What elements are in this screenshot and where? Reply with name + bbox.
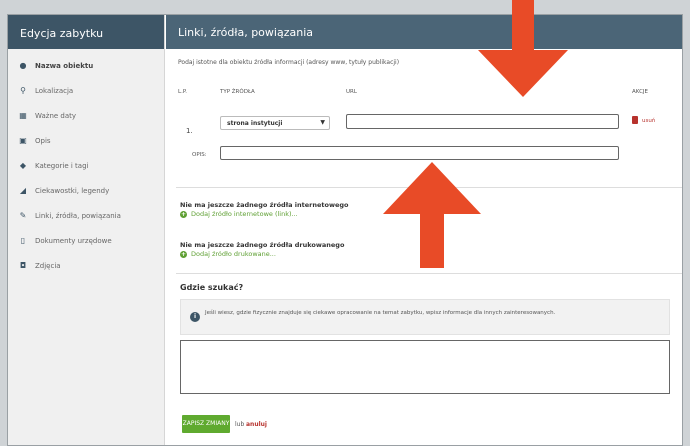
sidebar-item-label: Nazwa obiektu [35,61,94,70]
sidebar-item-dates[interactable]: ▦ Ważne daty [8,103,164,128]
tag-icon: ◆ [19,161,27,170]
opis-input[interactable] [220,146,619,160]
sidebar-item-tags[interactable]: ◆ Kategorie i tagi [8,153,164,178]
cancel-link[interactable]: anuluj [246,421,267,428]
sidebar-item-label: Lokalizacja [35,86,74,95]
source-type-value: strona instytucji [227,120,283,127]
add-internet-source-label: Dodaj źródło internetowe (link)... [191,210,298,218]
sidebar-item-label: Dokumenty urzędowe [35,236,112,245]
where-textarea[interactable] [180,340,670,394]
chevron-down-icon: ▼ [320,119,325,126]
sidebar-item-legends[interactable]: ◢ Ciekawostki, legendy [8,178,164,203]
add-print-source-label: Dodaj źródło drukowane... [191,250,276,258]
arrow-down-icon [478,0,568,97]
where-section-title: Gdzie szukać? [180,283,244,292]
column-type: TYP ŹRÓDŁA [220,89,255,95]
text-icon: ▣ [19,136,27,145]
sidebar-item-name[interactable]: ● Nazwa obiektu [8,53,164,78]
calendar-icon: ▦ [19,111,27,120]
sidebar-item-label: Ciekawostki, legendy [35,186,110,195]
megaphone-icon: ◢ [19,186,27,195]
source-type-select[interactable]: strona instytucji ▼ [220,116,330,130]
sidebar-item-label: Opis [35,136,51,145]
map-pin-icon: ⚲ [20,86,26,95]
arrow-up-icon [383,162,481,268]
edit-dialog: Edycja zabytku ● Nazwa obiektu ⚲ Lokalizac… [7,14,683,446]
sidebar: Edycja zabytku ● Nazwa obiektu ⚲ Lokalizac… [8,15,165,445]
save-button[interactable]: ZAPISZ ZMIANY [182,415,230,433]
sidebar-item-label: Zdjęcia [35,261,61,270]
page-title: Linki, źródła, powiązania [166,15,682,49]
plus-icon: + [180,250,187,258]
sidebar-item-location[interactable]: ⚲ Lokalizacja [8,78,164,103]
row-number: 1. [186,127,193,135]
info-box: i Jeśli wiesz, gdzie fizycznie znajduje … [180,299,670,335]
link-icon: ✎ [19,211,27,220]
bullet-icon: ● [19,61,27,70]
plus-icon: + [180,210,187,218]
sidebar-item-description[interactable]: ▣ Opis [8,128,164,153]
info-text: Jeśli wiesz, gdzie fizycznie znajduje si… [205,310,556,316]
column-lp: L.P. [178,89,188,95]
url-input[interactable] [346,114,619,129]
sidebar-item-documents[interactable]: ▯ Dokumenty urzędowe [8,228,164,253]
trash-icon[interactable] [632,116,638,124]
sidebar-item-label: Linki, źródła, powiązania [35,211,121,220]
column-url: URL [346,89,357,95]
add-print-source-link[interactable]: + Dodaj źródło drukowane... [180,250,276,258]
internet-empty-text: Nie ma jeszcze żadnego źródła internetow… [180,201,349,209]
camera-icon: ◘ [19,261,27,270]
print-empty-text: Nie ma jeszcze żadnego źródła drukowaneg… [180,241,345,249]
document-icon: ▯ [20,236,26,245]
sidebar-item-photos[interactable]: ◘ Zdjęcia [8,253,164,278]
divider [176,273,682,274]
column-actions: AKCJE [632,89,649,95]
intro-text: Podaj istotne dla obiektu źródła informa… [178,59,400,66]
sidebar-title: Edycja zabytku [8,15,164,49]
sidebar-nav: ● Nazwa obiektu ⚲ Lokalizacja ▦ Ważne daty … [8,49,164,278]
add-internet-source-link[interactable]: + Dodaj źródło internetowe (link)... [180,210,298,218]
delete-link[interactable]: usuń [642,118,655,124]
sidebar-item-label: Ważne daty [35,111,77,120]
sidebar-item-label: Kategorie i tagi [35,161,89,170]
or-text: lub [235,421,245,428]
sidebar-item-links[interactable]: ✎ Linki, źródła, powiązania [8,203,164,228]
opis-label: OPIS: [192,152,207,158]
info-icon: i [190,312,200,322]
